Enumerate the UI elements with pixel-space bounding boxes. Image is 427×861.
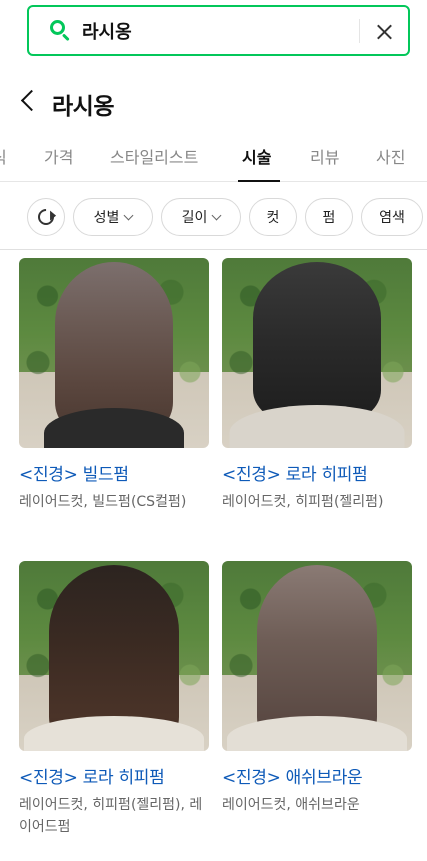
list-item[interactable]: <진경> 애쉬브라운 레이어드컷, 애쉬브라운 [222,561,412,816]
refresh-button[interactable] [27,198,65,236]
page-title: 라시옹 [52,94,114,120]
search-input[interactable] [82,20,342,41]
tab-procedure[interactable]: 시술 [242,144,271,168]
filter-length[interactable]: 길이 [161,198,241,236]
filter-bar: 성별 길이 컷 펌 염색 [0,182,427,250]
search-icon [49,19,73,43]
filter-perm[interactable]: 펌 [305,198,353,236]
filter-dye[interactable]: 염색 [361,198,423,236]
title-row: 라시옹 [0,82,427,122]
chevron-down-icon [123,210,134,220]
tab-partial[interactable]: 식 [0,144,7,168]
filter-length-label: 길이 [181,210,208,226]
list-item[interactable]: <진경> 로라 히피펌 레이어드컷, 히피펌(젤리펌), 레이어드펌 [19,561,209,838]
hairstyle-photo [19,258,209,448]
filter-perm-label: 펌 [322,210,336,226]
chevron-down-icon [211,210,222,220]
list-item[interactable]: <진경> 빌드펌 레이어드컷, 빌드펌(CS컬펌) [19,258,209,513]
filter-gender[interactable]: 성별 [73,198,153,236]
item-title[interactable]: <진경> 애쉬브라운 [222,763,412,788]
tab-photo[interactable]: 사진 [376,144,405,168]
item-description: 레이어드컷, 애쉬브라운 [222,797,360,813]
hairstyle-photo [222,561,412,751]
chevron-left-icon[interactable] [20,93,36,109]
item-description: 레이어드컷, 히피펌(젤리펌), 레이어드펌 [19,797,203,835]
tab-review[interactable]: 리뷰 [310,144,339,168]
search-divider [359,19,360,43]
filter-cut-label: 컷 [266,210,280,226]
item-title[interactable]: <진경> 로라 히피펌 [222,460,412,485]
refresh-icon [34,205,58,229]
item-description: 레이어드컷, 히피펌(젤리펌) [222,494,384,510]
item-title[interactable]: <진경> 빌드펌 [19,460,209,485]
filter-dye-label: 염색 [379,210,405,226]
tab-stylist[interactable]: 스타일리스트 [110,144,198,168]
hairstyle-photo [222,258,412,448]
hairstyle-photo [19,561,209,751]
tab-price[interactable]: 가격 [44,144,73,168]
list-item[interactable]: <진경> 로라 히피펌 레이어드컷, 히피펌(젤리펌) [222,258,412,513]
search-bar[interactable] [27,5,410,56]
close-icon[interactable] [372,19,398,45]
filter-cut[interactable]: 컷 [249,198,297,236]
item-title[interactable]: <진경> 로라 히피펌 [19,763,209,788]
item-description: 레이어드컷, 빌드펌(CS컬펌) [19,494,187,510]
filter-gender-label: 성별 [93,210,120,226]
tab-bar: 식 가격 스타일리스트 시술 리뷰 사진 [0,134,427,182]
